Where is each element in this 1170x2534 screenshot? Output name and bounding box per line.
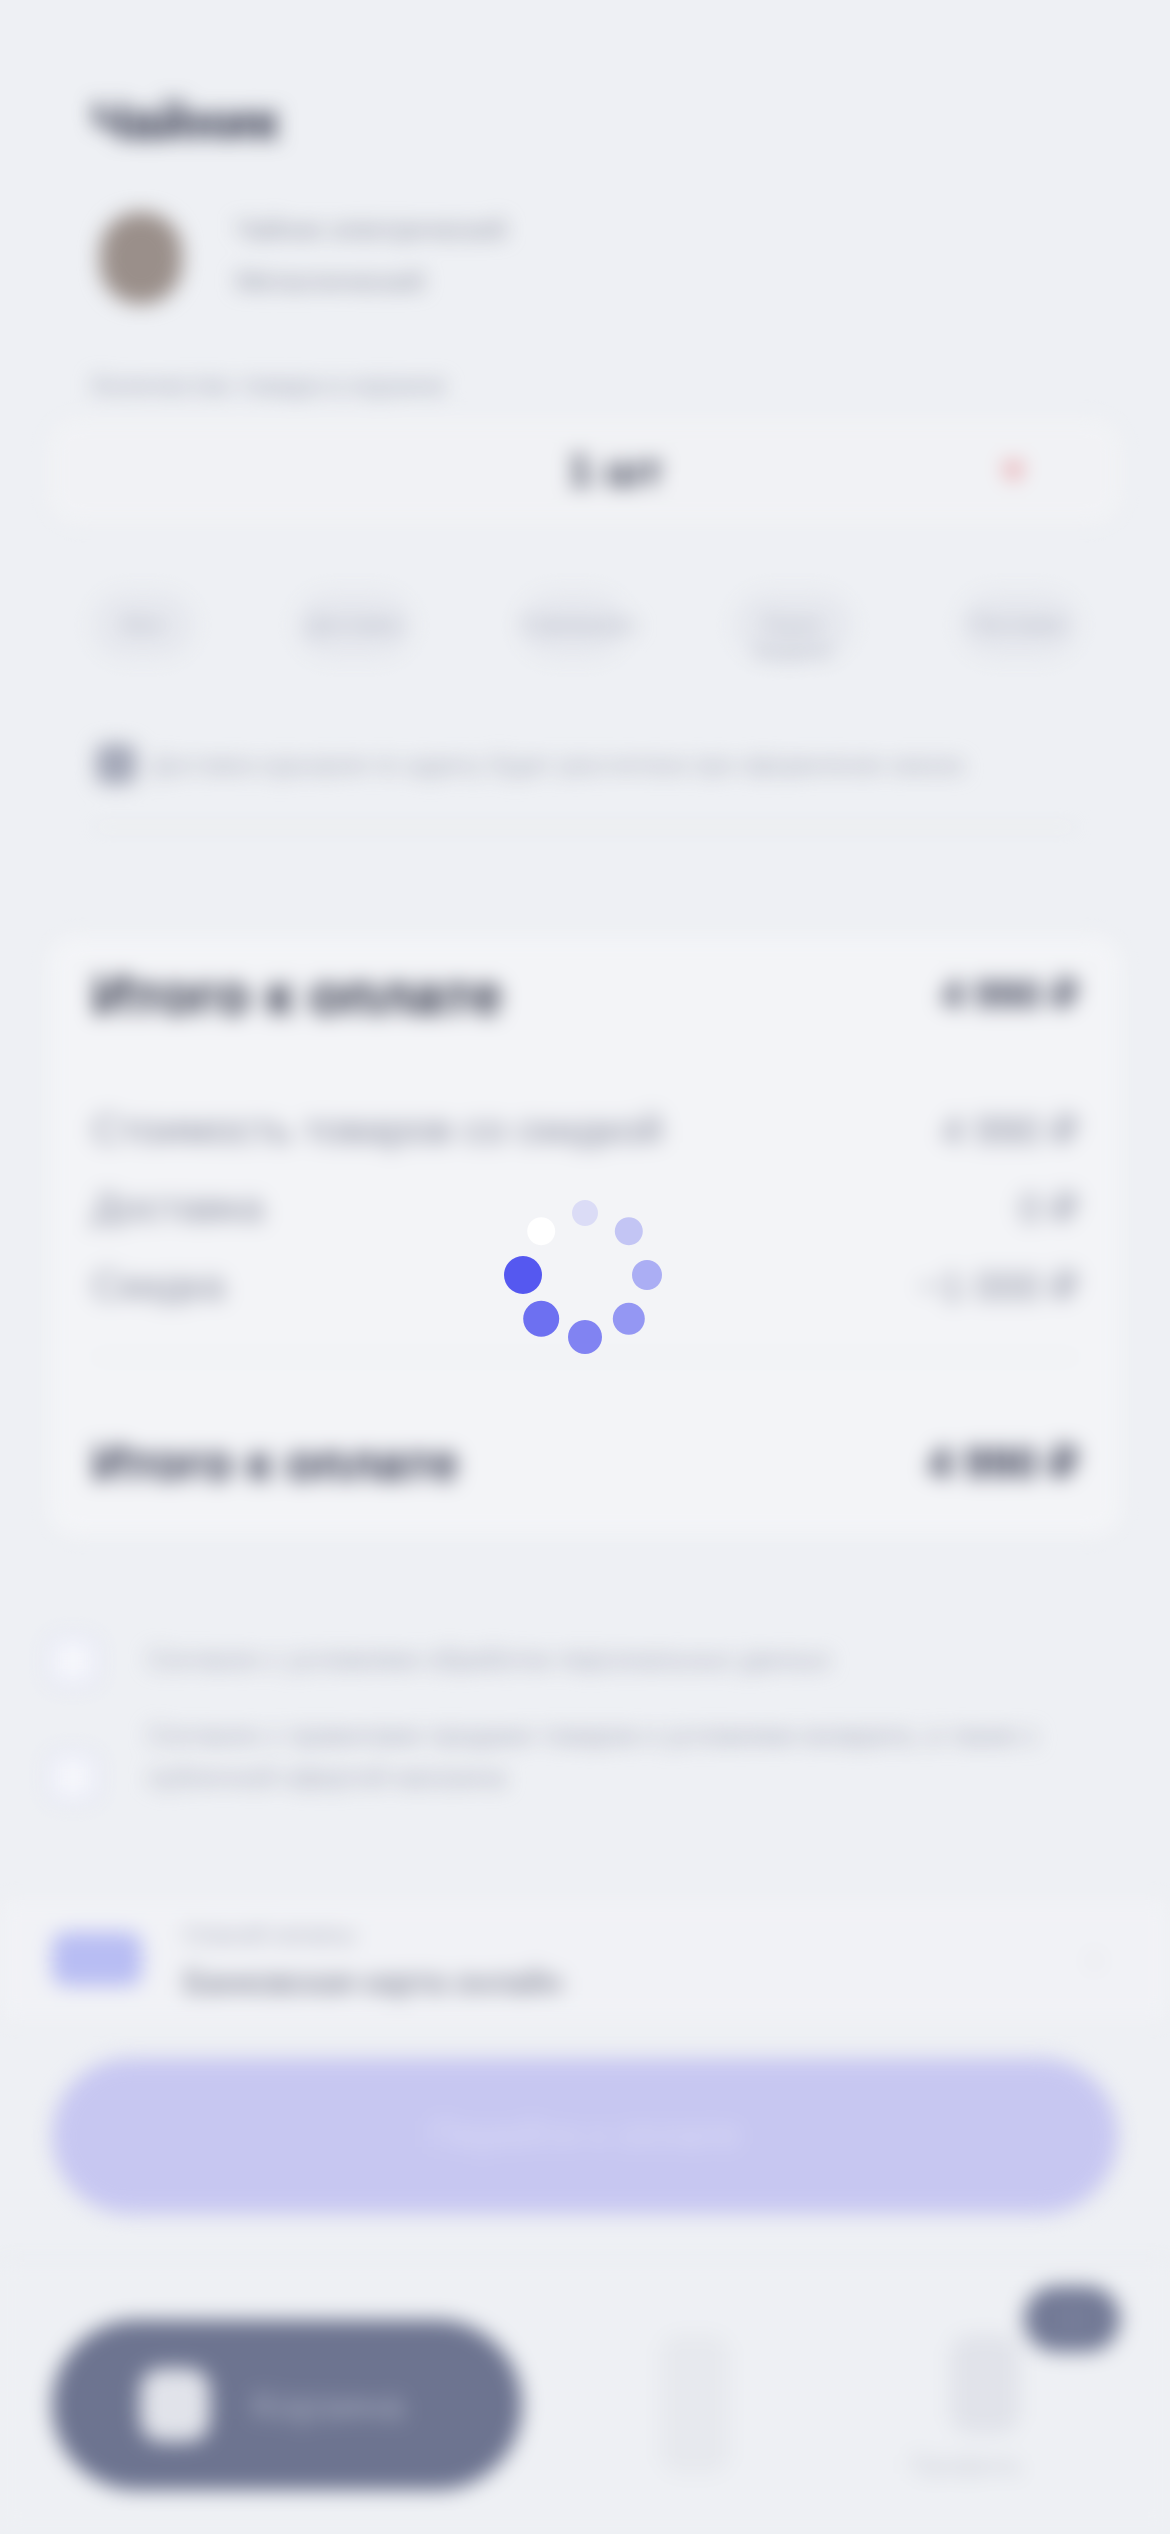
filter-chip-label: Доставка (306, 612, 402, 637)
card-icon (52, 1932, 142, 1986)
filter-chip-label: Постамат (969, 612, 1069, 637)
summary-row-value: −1 000 ₽ (917, 1265, 1078, 1309)
product-subtitle: Металлический (236, 266, 424, 296)
summary-row-label: Скидка (92, 1264, 225, 1308)
filter-chip-label: Все (124, 612, 162, 637)
spinner-dot (568, 1320, 602, 1354)
filter-chip-pickup[interactable]: Самовывоз (520, 592, 637, 658)
grand-total-value: 4 990 ₽ (927, 1439, 1078, 1488)
payment-section[interactable]: Способ оплаты Банковская карта онлайн › (0, 1900, 1170, 2020)
filter-chip-postamat[interactable]: Постамат (960, 592, 1078, 658)
filter-chip-label: Самовывоз (520, 612, 637, 637)
delivery-notice: Доставка курьером по адресу будет рассчи… (152, 752, 963, 779)
loading-spinner (504, 1200, 662, 1354)
spinner-dot (523, 1300, 560, 1337)
product-name: Чайник электрический (236, 214, 507, 244)
payment-caption: Способ оплаты (184, 1922, 356, 1949)
cart-icon (140, 2368, 210, 2442)
chevron-right-icon: › (1088, 1940, 1100, 1978)
bottom-nav: Корзина Профиль 1 (0, 2262, 1170, 2534)
heart-icon[interactable]: ♥ (1002, 452, 1040, 490)
notification-badge: 1 (1024, 2286, 1120, 2352)
filter-chip-point[interactable]: Пункт выдачи (734, 592, 852, 663)
agreement-checkbox-1[interactable] (48, 1636, 98, 1686)
catalog-icon[interactable] (660, 2334, 730, 2474)
payment-method: Банковская карта онлайн (184, 1964, 563, 2000)
agreement-text-1: Согласен с условиями обработки персональ… (148, 1644, 831, 1674)
summary-row-value: 0 ₽ (1019, 1187, 1078, 1231)
quantity-card: 1 шт ♥ (48, 418, 1122, 524)
product-image (100, 212, 182, 304)
grand-total-label: Итого к оплате (92, 1435, 459, 1491)
info-icon (96, 744, 136, 784)
spinner-dot (614, 1217, 643, 1246)
agreement-checkbox-2[interactable] (48, 1752, 98, 1802)
cart-nav-label: Корзина (252, 2384, 405, 2428)
page-title: Чайник (92, 93, 279, 151)
quantity-value[interactable]: 1 шт (568, 446, 663, 496)
pay-button-label: Перейти к оплате (429, 2114, 741, 2156)
pay-button[interactable]: Перейти к оплате (52, 2058, 1118, 2214)
profile-icon[interactable] (950, 2334, 1020, 2434)
summary-row-value: 4 990 ₽ (941, 1109, 1078, 1153)
filter-chip-delivery[interactable]: Доставка (296, 592, 412, 658)
spinner-dot (504, 1256, 542, 1294)
profile-nav-label: Профиль (910, 2450, 1023, 2480)
cart-nav-button[interactable]: Корзина (52, 2320, 522, 2490)
summary-total-top: 4 990 ₽ (941, 973, 1078, 1017)
summary-row-label: Доставка (92, 1186, 264, 1230)
quantity-note: Количество товара в корзине (92, 370, 446, 400)
agreement-text-2: Согласен с правилами продажи товаров и у… (148, 1720, 1038, 1792)
filter-chip-all[interactable]: Все (92, 592, 194, 658)
summary-row-label: Стоимость товаров со скидкой (92, 1108, 663, 1152)
spinner-dot (527, 1217, 556, 1246)
spinner-dot (632, 1260, 662, 1290)
spinner-dot (572, 1200, 598, 1226)
summary-title: Итого к оплате (92, 963, 503, 1026)
filter-chip-label: Пункт выдачи (755, 612, 831, 663)
divider (92, 826, 1078, 828)
spinner-dot (612, 1302, 645, 1335)
